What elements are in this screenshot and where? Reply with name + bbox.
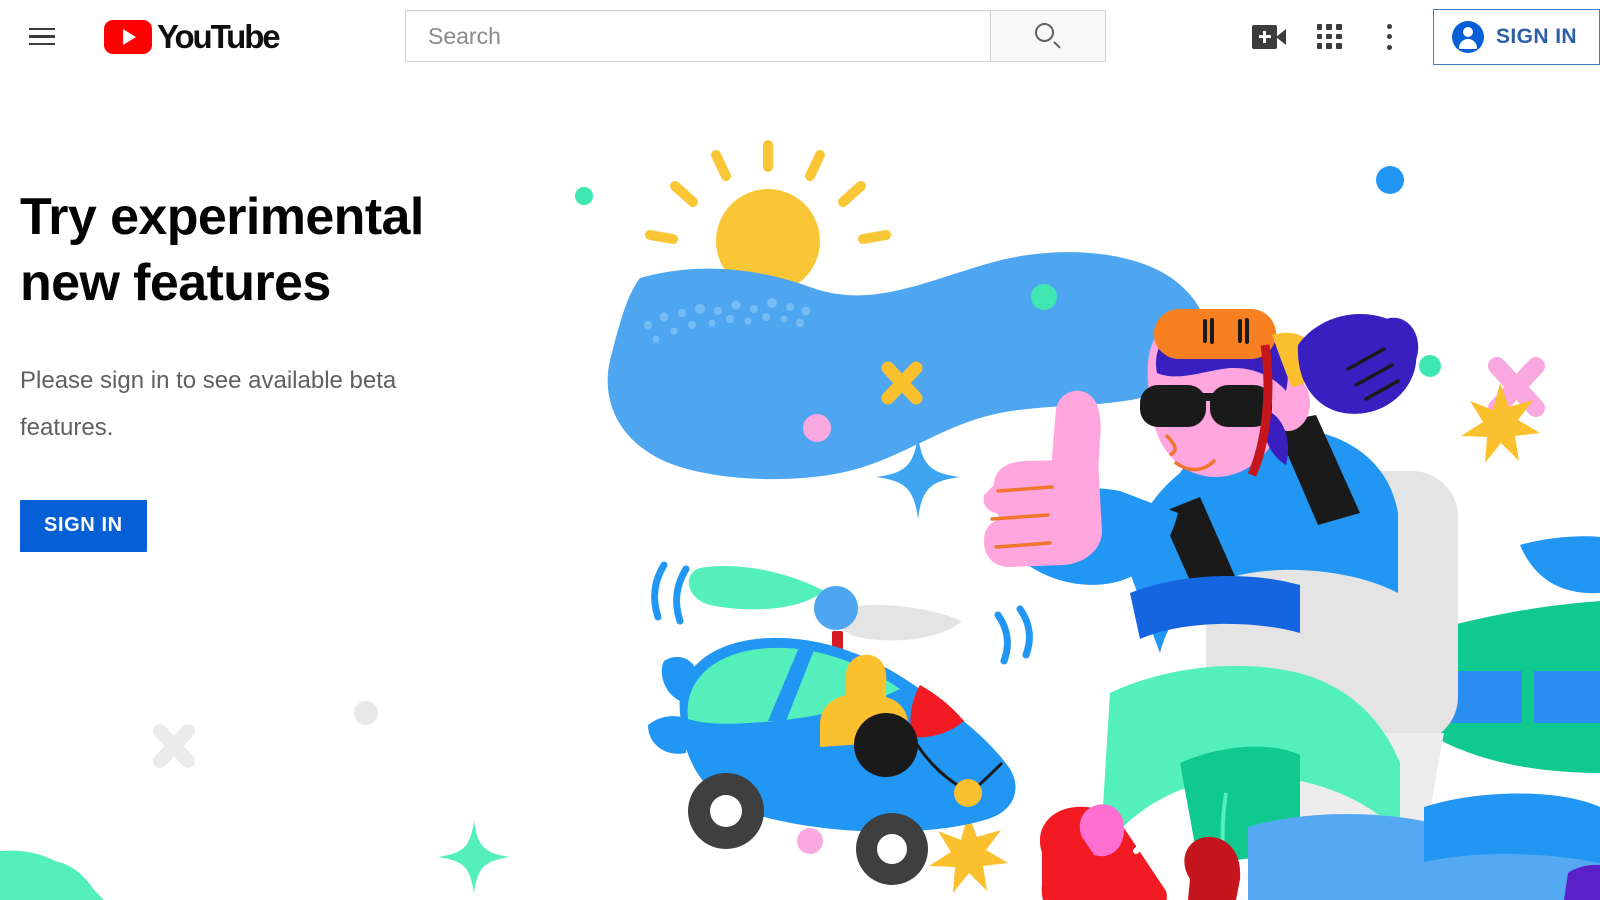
account-circle-icon	[1452, 20, 1485, 53]
star-burst-yellow-2	[929, 813, 1008, 893]
masthead-start: YouTube	[0, 15, 281, 59]
green-landscape	[1410, 536, 1600, 773]
page-title-line-2: new features	[20, 253, 331, 312]
orange-helmet	[1154, 309, 1276, 359]
car-wheel-rear	[856, 813, 928, 885]
rotor-blade-right	[839, 604, 962, 641]
confetti-dot-grey	[354, 701, 378, 725]
youtube-apps-button[interactable]	[1299, 7, 1359, 67]
confetti-dot-mint-3	[1031, 284, 1057, 310]
create-video-button[interactable]	[1239, 7, 1299, 67]
car-wheel-front	[688, 773, 764, 849]
youtube-play-icon	[104, 19, 152, 54]
apps-grid-icon	[1316, 24, 1342, 49]
guide-button[interactable]	[20, 15, 64, 59]
rotor-hub	[814, 586, 858, 630]
blue-wave-mid	[1420, 854, 1600, 900]
character-face	[1147, 311, 1287, 477]
confetti-dot-mint-2	[1419, 355, 1441, 377]
bottom-left-mint-blob	[0, 854, 104, 900]
car-body	[679, 637, 1016, 832]
page-subtitle: Please sign in to see available beta fea…	[20, 367, 397, 441]
rotor-blade-left	[688, 565, 824, 610]
red-boots	[1040, 804, 1241, 900]
confetti-dot-blue-1	[1376, 166, 1404, 194]
search-submit-button[interactable]	[990, 10, 1106, 62]
page-title: Try experimental new features	[20, 185, 490, 316]
blue-wave-light	[1248, 813, 1440, 900]
confetti-dot-mint-1	[575, 187, 593, 205]
character-hair	[1155, 316, 1288, 391]
purple-patch	[1564, 864, 1600, 900]
search-box[interactable]	[405, 10, 990, 62]
masthead-end: SIGN IN	[1239, 0, 1600, 73]
blue-wave-dark	[1424, 793, 1600, 900]
masthead-sign-in-button[interactable]: SIGN IN	[1433, 8, 1600, 65]
masthead-sign-in-label: SIGN IN	[1496, 24, 1577, 48]
kebab-menu-icon	[1386, 23, 1392, 50]
youtube-logo[interactable]: YouTube	[104, 18, 281, 55]
sparkle-blue	[876, 435, 960, 519]
youtube-wordmark: YouTube	[157, 18, 281, 55]
sign-in-button[interactable]: SIGN IN	[20, 499, 147, 552]
search-icon	[1035, 23, 1061, 49]
confetti-dot-pink-2	[1530, 669, 1558, 697]
flying-car	[648, 561, 1033, 885]
cloud-blob	[607, 252, 1208, 480]
settings-menu-button[interactable]	[1359, 7, 1419, 67]
thumbs-up-hand	[983, 390, 1102, 567]
masthead: YouTube Search SIGN IN	[0, 0, 1600, 73]
bottom-left-mint-blob-main	[0, 850, 101, 900]
search-form	[405, 10, 1106, 62]
confetti-dot-pink-1	[803, 414, 831, 442]
star-burst-yellow-1	[1461, 383, 1540, 463]
grey-parachute-pack	[1206, 471, 1458, 743]
page-title-line-1: Try experimental	[20, 188, 424, 246]
x-mark-grey	[153, 724, 195, 768]
hamburger-menu-icon	[29, 27, 55, 46]
sparkle-mint	[438, 821, 510, 893]
sunglasses-icon	[1140, 385, 1272, 427]
x-mark-pink	[1488, 357, 1545, 417]
search-input[interactable]	[428, 11, 990, 61]
confetti-dot-pink-3	[797, 828, 823, 854]
grey-parachute-stem	[1256, 733, 1444, 900]
promo-panel: Try experimental new features Please sig…	[20, 185, 490, 552]
x-mark-yellow	[881, 361, 923, 405]
video-camera-plus-icon	[1252, 24, 1287, 49]
purple-mitten	[1297, 314, 1419, 414]
skydiver-character	[983, 309, 1419, 900]
car-windows	[687, 647, 900, 724]
sun-icon	[645, 140, 891, 293]
